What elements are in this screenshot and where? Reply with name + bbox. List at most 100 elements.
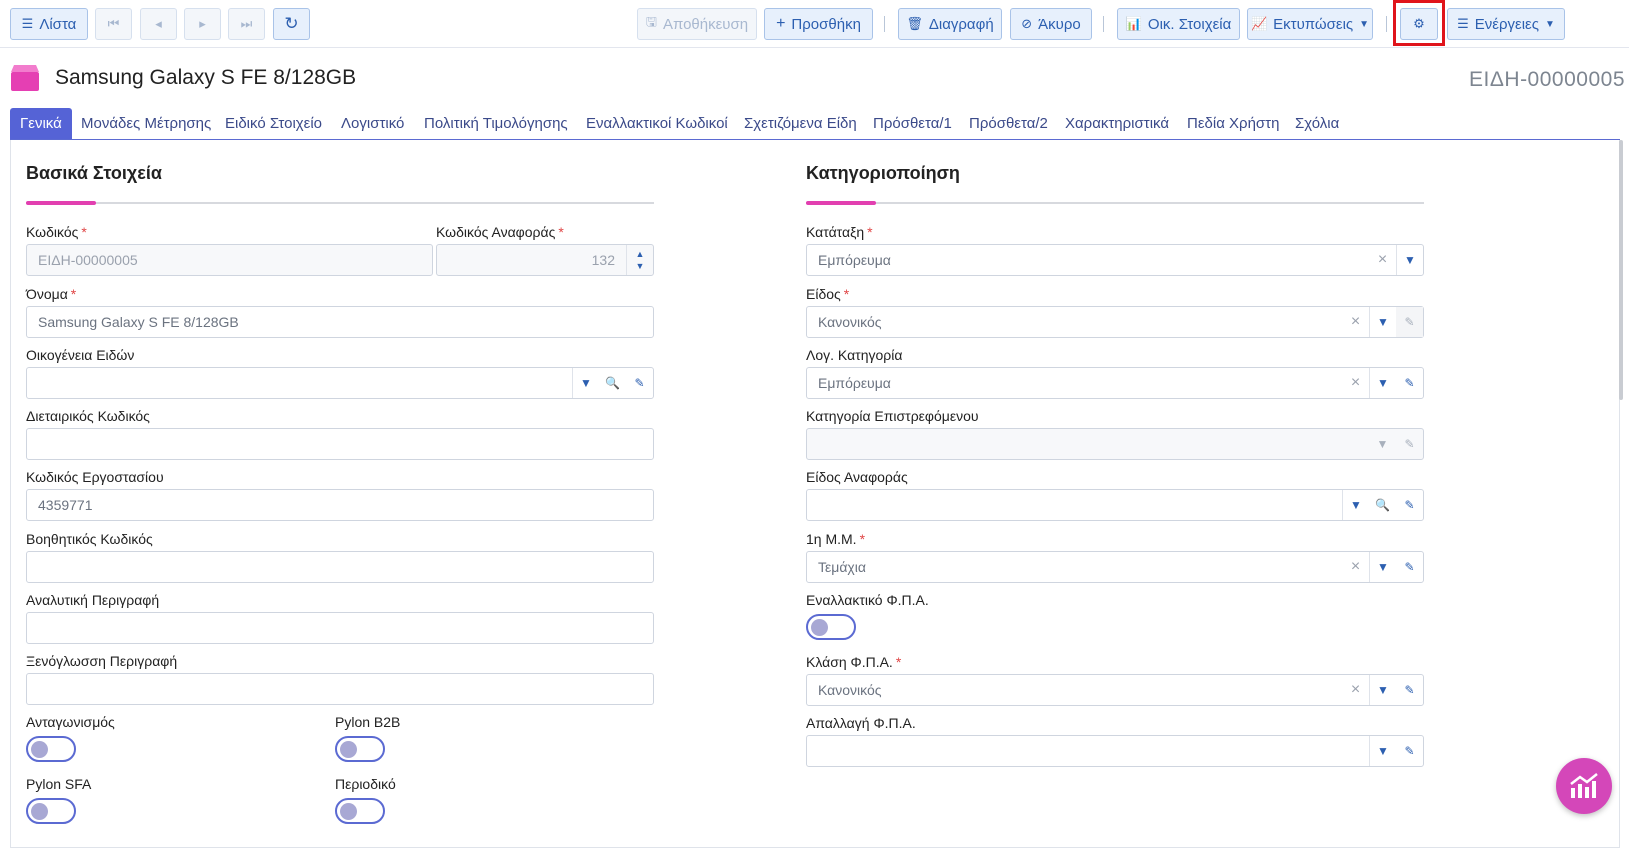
tab-special-item[interactable]: Ειδικό Στοιχείο (215, 108, 332, 139)
caret-down-icon[interactable]: ▼ (1396, 245, 1423, 275)
delete-button[interactable]: 🗑 Διαγραφή (898, 8, 1002, 40)
aux-code-field[interactable] (26, 551, 654, 583)
ban-icon: ⊘ (1021, 16, 1033, 31)
code-field[interactable]: ΕΙΔΗ-00000005 (26, 244, 433, 276)
return-category-label: Κατηγορία Επιστρεφόμενου (806, 408, 979, 424)
tab-alt-codes[interactable]: Εναλλακτικοί Κωδικοί (576, 108, 738, 139)
first-record-button[interactable]: ⏮ (95, 8, 132, 40)
toolbar-separator (1103, 16, 1104, 32)
tab-pricing-policy[interactable]: Πολιτική Τιμολόγησης (414, 108, 578, 139)
section-divider (806, 202, 1424, 204)
ref-code-field[interactable]: 132 ▲ ▼ (436, 244, 654, 276)
tab-bar: Γενικά Μονάδες Μέτρησης Ειδικό Στοιχείο … (10, 108, 1620, 140)
caret-down-icon[interactable]: ▼ (1369, 736, 1396, 766)
plus-icon: + (776, 15, 786, 32)
unit-select[interactable]: Τεμάχια × ▼ ✎ (806, 551, 1424, 583)
clear-icon[interactable]: × (1369, 245, 1396, 275)
save-button[interactable]: 🖫 Αποθήκευση (637, 8, 757, 40)
clear-icon[interactable]: × (1342, 307, 1369, 337)
foreign-desc-label: Ξενόγλωσση Περιγραφή (26, 653, 178, 669)
tab-general[interactable]: Γενικά (10, 108, 72, 139)
caret-down-icon[interactable]: ▼ (1369, 552, 1396, 582)
family-label: Οικογένεια Ειδών (26, 347, 135, 363)
tab-accounting[interactable]: Λογιστικό (331, 108, 414, 139)
tab-characteristics[interactable]: Χαρακτηριστικά (1055, 108, 1179, 139)
tab-comments[interactable]: Σχόλια (1285, 108, 1349, 139)
clear-icon[interactable]: × (1342, 675, 1369, 705)
vat-exempt-select[interactable]: ▼ ✎ (806, 735, 1424, 767)
previous-icon: ◂ (155, 16, 162, 31)
caret-down-icon: ▼ (1359, 18, 1370, 30)
scrollbar[interactable] (1619, 140, 1623, 400)
section-title-basic: Βασικά Στοιχεία (26, 163, 162, 183)
search-icon[interactable]: 🔍 (1369, 490, 1396, 520)
return-category-select[interactable]: ▼ ✎ (806, 428, 1424, 460)
financials-button[interactable]: 📊 Οικ. Στοιχεία (1117, 8, 1240, 40)
list-button[interactable]: ☰ Λίστα (10, 8, 88, 40)
pencil-icon[interactable]: ✎ (1396, 307, 1423, 337)
pencil-icon[interactable]: ✎ (1396, 736, 1423, 766)
cancel-button[interactable]: ⊘ Άκυρο (1010, 8, 1092, 40)
factory-code-field[interactable]: 4359771 (26, 489, 654, 521)
tab-user-fields[interactable]: Πεδία Χρήστη (1177, 108, 1289, 139)
unit-label: 1η Μ.Μ. * (806, 531, 866, 547)
pencil-icon[interactable]: ✎ (1396, 552, 1423, 582)
foreign-desc-field[interactable] (26, 673, 654, 705)
tab-extra-1[interactable]: Πρόσθετα/1 (863, 108, 962, 139)
next-record-button[interactable]: ▸ (184, 8, 221, 40)
analytic-desc-field[interactable] (26, 612, 654, 644)
spin-up-icon[interactable]: ▲ (636, 248, 645, 260)
caret-down-icon[interactable]: ▼ (1342, 490, 1369, 520)
ref-item-select[interactable]: ▼ 🔍 ✎ (806, 489, 1424, 521)
periodical-label: Περιοδικό (335, 776, 396, 792)
analytics-fab-button[interactable] (1556, 758, 1612, 814)
toolbar-separator (1386, 16, 1387, 32)
tab-units[interactable]: Μονάδες Μέτρησης (71, 108, 221, 139)
toggle-knob (340, 741, 357, 758)
ref-item-label: Είδος Αναφοράς (806, 469, 908, 485)
ref-code-label: Κωδικός Αναφοράς * (436, 224, 564, 240)
caret-down-icon[interactable]: ▼ (1369, 368, 1396, 398)
acc-category-select[interactable]: Εμπόρευμα × ▼ ✎ (806, 367, 1424, 399)
refresh-button[interactable]: ↻ (273, 8, 310, 40)
b2b-toggle[interactable] (335, 736, 385, 762)
previous-record-button[interactable]: ◂ (140, 8, 177, 40)
alt-vat-toggle[interactable] (806, 614, 856, 640)
vat-class-select[interactable]: Κανονικός × ▼ ✎ (806, 674, 1424, 706)
ref-code-stepper[interactable]: ▲ ▼ (626, 245, 653, 275)
clear-icon[interactable]: × (1342, 552, 1369, 582)
pencil-icon[interactable]: ✎ (1396, 429, 1423, 459)
first-icon: ⏮ (107, 16, 120, 31)
actions-dropdown[interactable]: ☰ Ενέργειες ▼ (1447, 8, 1565, 40)
caret-down-icon[interactable]: ▼ (572, 368, 599, 398)
pencil-icon[interactable]: ✎ (1396, 490, 1423, 520)
name-label: Όνομα * (26, 286, 77, 302)
name-field[interactable]: Samsung Galaxy S FE 8/128GB (26, 306, 654, 338)
intl-code-field[interactable] (26, 428, 654, 460)
competition-toggle[interactable] (26, 736, 76, 762)
tab-related-items[interactable]: Σχετιζόμενα Είδη (734, 108, 867, 139)
tab-extra-2[interactable]: Πρόσθετα/2 (959, 108, 1058, 139)
box-icon (11, 65, 39, 91)
search-icon[interactable]: 🔍 (599, 368, 626, 398)
competition-label: Ανταγωνισμός (26, 714, 115, 730)
menu-icon: ☰ (1457, 16, 1469, 31)
sfa-toggle[interactable] (26, 798, 76, 824)
last-record-button[interactable]: ⏭ (228, 8, 265, 40)
pencil-icon[interactable]: ✎ (1396, 368, 1423, 398)
caret-down-icon[interactable]: ▼ (1369, 307, 1396, 337)
next-icon: ▸ (199, 16, 206, 31)
type-select[interactable]: Κανονικός × ▼ ✎ (806, 306, 1424, 338)
clear-icon[interactable]: × (1342, 368, 1369, 398)
family-field[interactable]: ▼ 🔍 ✎ (26, 367, 654, 399)
prints-dropdown[interactable]: 📈 Εκτυπώσεις ▼ (1247, 8, 1373, 40)
spin-down-icon[interactable]: ▼ (636, 260, 645, 272)
classification-select[interactable]: Εμπόρευμα × ▼ (806, 244, 1424, 276)
pencil-icon[interactable]: ✎ (1396, 675, 1423, 705)
pencil-icon[interactable]: ✎ (626, 368, 653, 398)
caret-down-icon[interactable]: ▼ (1369, 675, 1396, 705)
caret-down-icon[interactable]: ▼ (1369, 429, 1396, 459)
add-button[interactable]: + Προσθήκη (764, 8, 873, 40)
periodical-toggle[interactable] (335, 798, 385, 824)
analytics-icon (1570, 773, 1598, 798)
